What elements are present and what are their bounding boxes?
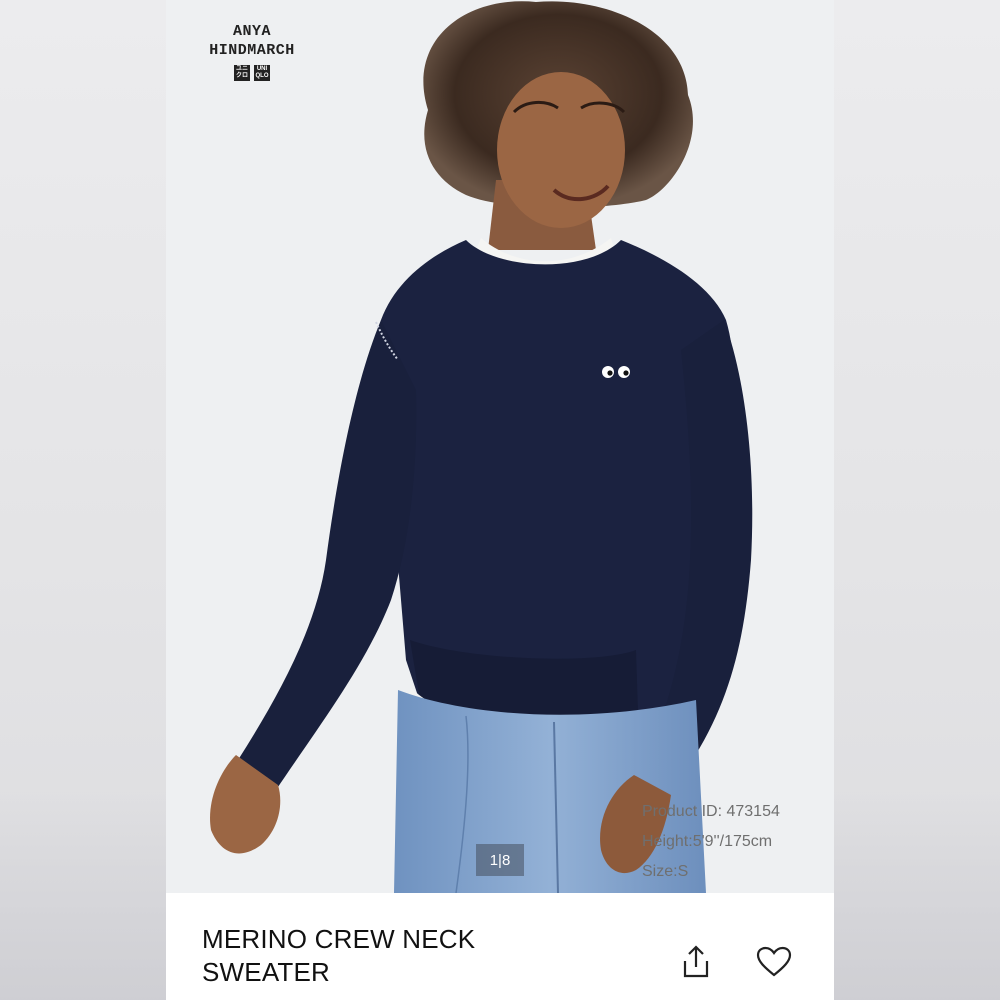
uniqlo-logos: ユニ クロ UNI QLO bbox=[182, 65, 322, 81]
heart-icon bbox=[756, 946, 792, 977]
product-info-bar: MERINO CREW NECK SWEATER bbox=[166, 893, 834, 1000]
image-counter: 1|8 bbox=[476, 844, 524, 876]
model-photo bbox=[210, 1, 753, 893]
product-page: ANYA HINDMARCH ユニ クロ UNI QLO 1|8 Product… bbox=[166, 0, 834, 1000]
product-id: Product ID: 473154 bbox=[642, 803, 780, 820]
model-info: Product ID: 473154 Height:5'9''/175cm Si… bbox=[642, 797, 780, 887]
left-backdrop bbox=[0, 0, 166, 1000]
collab-brand-name: ANYA HINDMARCH bbox=[209, 23, 295, 59]
model-size: Size:S bbox=[642, 863, 689, 880]
share-icon bbox=[683, 945, 709, 978]
uniqlo-latin-logo: UNI QLO bbox=[254, 65, 270, 81]
model-height: Height:5'9''/175cm bbox=[642, 833, 773, 850]
product-image-carousel[interactable]: ANYA HINDMARCH ユニ クロ UNI QLO 1|8 Product… bbox=[166, 0, 834, 893]
brand-logo: ANYA HINDMARCH ユニ クロ UNI QLO bbox=[182, 22, 322, 81]
uniqlo-katakana-logo: ユニ クロ bbox=[234, 65, 250, 81]
share-button[interactable] bbox=[676, 942, 716, 982]
favorite-button[interactable] bbox=[752, 942, 796, 982]
product-title: MERINO CREW NECK SWEATER bbox=[202, 924, 476, 987]
right-backdrop bbox=[834, 0, 1000, 1000]
